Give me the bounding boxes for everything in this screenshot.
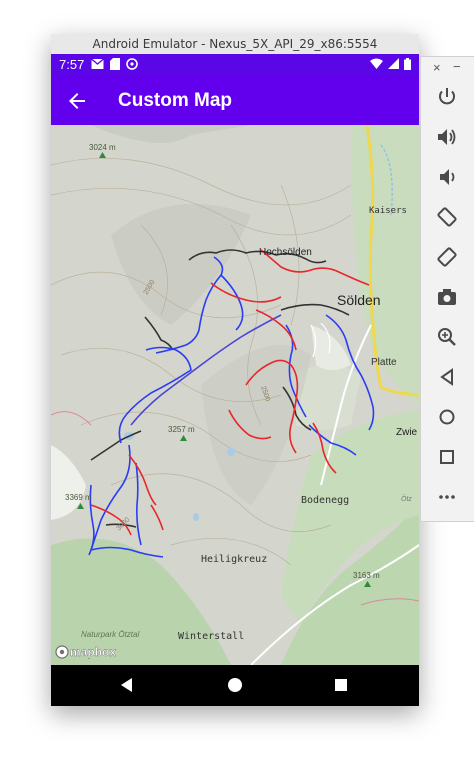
power-icon[interactable] (435, 85, 459, 109)
app-bar: Custom Map (51, 76, 419, 125)
nav-home-icon[interactable] (225, 675, 245, 695)
battery-icon (404, 58, 411, 70)
back-arrow-icon[interactable] (65, 89, 89, 113)
peak-label: 3163 m (353, 571, 380, 580)
overview-icon[interactable] (435, 445, 459, 469)
area-label: Naturpark Ötztal (81, 630, 139, 639)
volume-down-icon[interactable] (435, 165, 459, 189)
mapbox-logo[interactable]: mapbox (55, 645, 117, 659)
area-label: Ötz (401, 495, 412, 503)
window-titlebar[interactable]: Android Emulator - Nexus_5X_API_29_x86:5… (51, 34, 419, 54)
place-label: Winterstall (178, 631, 244, 642)
app-bar-title: Custom Map (118, 90, 232, 111)
minimize-icon[interactable]: − (453, 59, 461, 74)
peak-label: 3257 m (168, 425, 195, 434)
place-label: Zwie (396, 427, 418, 438)
town-label: Sölden (337, 292, 381, 308)
nav-overview-icon[interactable] (331, 675, 351, 695)
map-canvas[interactable]: 3024 m Kaisers Hochsölden Sölden 2500 Pl… (51, 125, 419, 665)
peak-label: 3024 m (89, 143, 116, 152)
lake-3 (193, 513, 199, 521)
lake-2 (227, 448, 235, 456)
status-bar: 7:57 (51, 54, 419, 76)
camera-icon[interactable] (435, 285, 459, 309)
nav-back-icon[interactable] (117, 675, 137, 695)
place-label: Hochsölden (259, 247, 312, 258)
rotate-left-icon[interactable] (435, 205, 459, 229)
place-label: Kaisers (369, 206, 407, 216)
zoom-icon[interactable] (435, 325, 459, 349)
window-title: Android Emulator - Nexus_5X_API_29_x86:5… (92, 37, 378, 51)
back-icon[interactable] (435, 365, 459, 389)
volume-up-icon[interactable] (435, 125, 459, 149)
place-label: Heiligkreuz (201, 554, 267, 565)
peak-label: 3369 m (65, 493, 92, 502)
home-icon[interactable] (435, 405, 459, 429)
map-view[interactable]: 3024 m Kaisers Hochsölden Sölden 2500 Pl… (51, 125, 419, 665)
wifi-icon (370, 58, 383, 69)
mail-icon (91, 58, 104, 69)
system-nav-bar (51, 665, 419, 706)
rotate-right-icon[interactable] (435, 245, 459, 269)
status-time: 7:57 (59, 57, 85, 72)
emulator-window: Android Emulator - Nexus_5X_API_29_x86:5… (51, 34, 419, 706)
sync-icon (126, 58, 138, 70)
emulator-side-panel: × − (420, 56, 474, 522)
sd-card-icon (110, 58, 120, 70)
place-label: Platte (371, 357, 397, 368)
signal-icon (388, 58, 399, 69)
more-icon[interactable] (435, 485, 459, 509)
place-label: Bodenegg (301, 495, 349, 506)
close-icon[interactable]: × (433, 60, 441, 75)
attribution-text: mapbox (70, 645, 116, 659)
